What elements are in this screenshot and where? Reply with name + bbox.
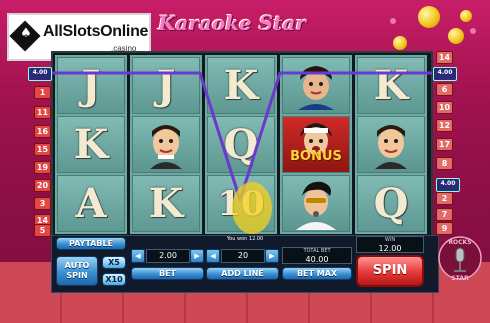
reel-symbol-K: K	[132, 175, 200, 232]
reel-1: J K A	[55, 55, 127, 234]
you-won-text: You won 12.00	[226, 236, 264, 242]
singer-face	[282, 175, 350, 232]
bet-increase-button[interactable]: ▶	[190, 249, 204, 263]
total-bet-value: 40.00	[305, 255, 329, 264]
add-line-button[interactable]: ADD LINE	[206, 267, 279, 280]
reel-area: J K A J K K Q 10 BONUS K Q	[51, 51, 433, 238]
symbol-label: Q	[373, 180, 409, 227]
spin-button[interactable]: SPIN	[356, 255, 424, 287]
line-marker[interactable]: 11	[34, 106, 51, 119]
win-value: 12.00	[378, 244, 402, 253]
coin-icon	[393, 36, 407, 50]
line-marker[interactable]: 1	[34, 86, 51, 99]
microphone-icon	[455, 247, 465, 263]
line-marker[interactable]: 16	[34, 125, 51, 138]
coin-icon	[418, 6, 440, 28]
symbol-label: K	[148, 180, 184, 227]
line-tag[interactable]: 4.00	[433, 67, 457, 81]
line-marker[interactable]: 17	[436, 138, 453, 151]
symbol-label: K	[73, 121, 109, 168]
symbol-label: K	[223, 62, 259, 109]
bonus-label: BONUS	[290, 149, 342, 164]
total-bet-label: TOTAL BET	[303, 248, 331, 254]
line-marker[interactable]: 20	[34, 179, 51, 192]
lines-increase-button[interactable]: ▶	[265, 249, 279, 263]
sparkle	[390, 18, 396, 24]
line-tag[interactable]: 4.00	[28, 67, 52, 81]
lines-value: 20	[221, 249, 265, 263]
singer-face-icon	[298, 65, 334, 110]
bet-value: 2.00	[146, 249, 190, 263]
singer-face	[282, 57, 350, 114]
elvis-face-icon	[296, 181, 336, 230]
reel-symbol-K: K	[357, 57, 425, 114]
reel-symbol-10: 10	[207, 175, 275, 232]
game-title: Karaoke Star	[158, 11, 306, 35]
x10-button[interactable]: X10	[102, 273, 126, 286]
singer-face-icon	[375, 124, 407, 169]
bet-decrease-button[interactable]: ◀	[131, 249, 145, 263]
reel-5: K Q	[355, 55, 427, 234]
win-display: WIN 12.00	[356, 236, 424, 253]
line-marker[interactable]: 15	[34, 143, 51, 156]
symbol-label: 10	[217, 183, 265, 224]
reel-symbol-K: K	[207, 57, 275, 114]
paytable-button[interactable]: PAYTABLE	[56, 237, 126, 250]
coin-icon	[460, 10, 472, 22]
reel-symbol-J: J	[57, 57, 125, 114]
symbol-label: J	[81, 62, 101, 109]
line-marker[interactable]: 12	[436, 119, 453, 132]
bet-button[interactable]: BET	[131, 267, 204, 280]
badge-top-text: ROCKS	[448, 239, 471, 246]
coin-icon	[448, 28, 464, 44]
microphone-icon	[313, 210, 319, 217]
line-marker[interactable]: 7	[436, 208, 453, 221]
singer-face-icon	[150, 124, 182, 169]
line-marker[interactable]: 14	[436, 51, 453, 64]
line-marker[interactable]: 8	[436, 157, 453, 170]
line-marker[interactable]: 3	[34, 197, 51, 210]
karaoke-rocks-badge: ROCKS STAR	[438, 236, 482, 282]
total-bet-display: TOTAL BET 40.00	[282, 247, 352, 264]
auto-spin-button[interactable]: AUTO SPIN	[56, 256, 98, 286]
singer-face	[132, 116, 200, 173]
symbol-label: A	[75, 180, 107, 227]
reel-symbol-Q: Q	[357, 175, 425, 232]
reel-symbol-Q: Q	[207, 116, 275, 173]
slot-game: AllSlotsOnline .casino Karaoke Star J K …	[0, 0, 490, 323]
reel-4: BONUS	[280, 55, 352, 234]
symbol-label: J	[156, 62, 176, 109]
logo-brand: AllSlotsOnline	[43, 23, 149, 40]
reel-2: J K	[130, 55, 202, 234]
line-marker[interactable]: 6	[436, 83, 453, 96]
line-tag[interactable]: 4.00	[436, 178, 460, 192]
line-marker[interactable]: 2	[436, 192, 453, 205]
reel-symbol-K: K	[57, 116, 125, 173]
x5-button[interactable]: X5	[102, 256, 126, 269]
symbol-label: Q	[223, 121, 259, 168]
reel-3: K Q 10	[205, 55, 277, 234]
reel-symbol-A: A	[57, 175, 125, 232]
singer-face	[357, 116, 425, 173]
line-marker[interactable]: 5	[34, 224, 51, 237]
spade-logo-icon	[9, 20, 41, 52]
sparkle	[470, 28, 476, 34]
line-marker[interactable]: 19	[34, 161, 51, 174]
reel-symbol-J: J	[132, 57, 200, 114]
win-label: WIN	[384, 237, 396, 243]
bonus-symbol: BONUS	[282, 116, 350, 173]
badge-bottom-text: STAR	[451, 275, 469, 282]
symbol-label: K	[373, 62, 409, 109]
line-marker[interactable]: 10	[436, 101, 453, 114]
lines-decrease-button[interactable]: ◀	[206, 249, 220, 263]
bet-max-button[interactable]: BET MAX	[282, 267, 352, 280]
